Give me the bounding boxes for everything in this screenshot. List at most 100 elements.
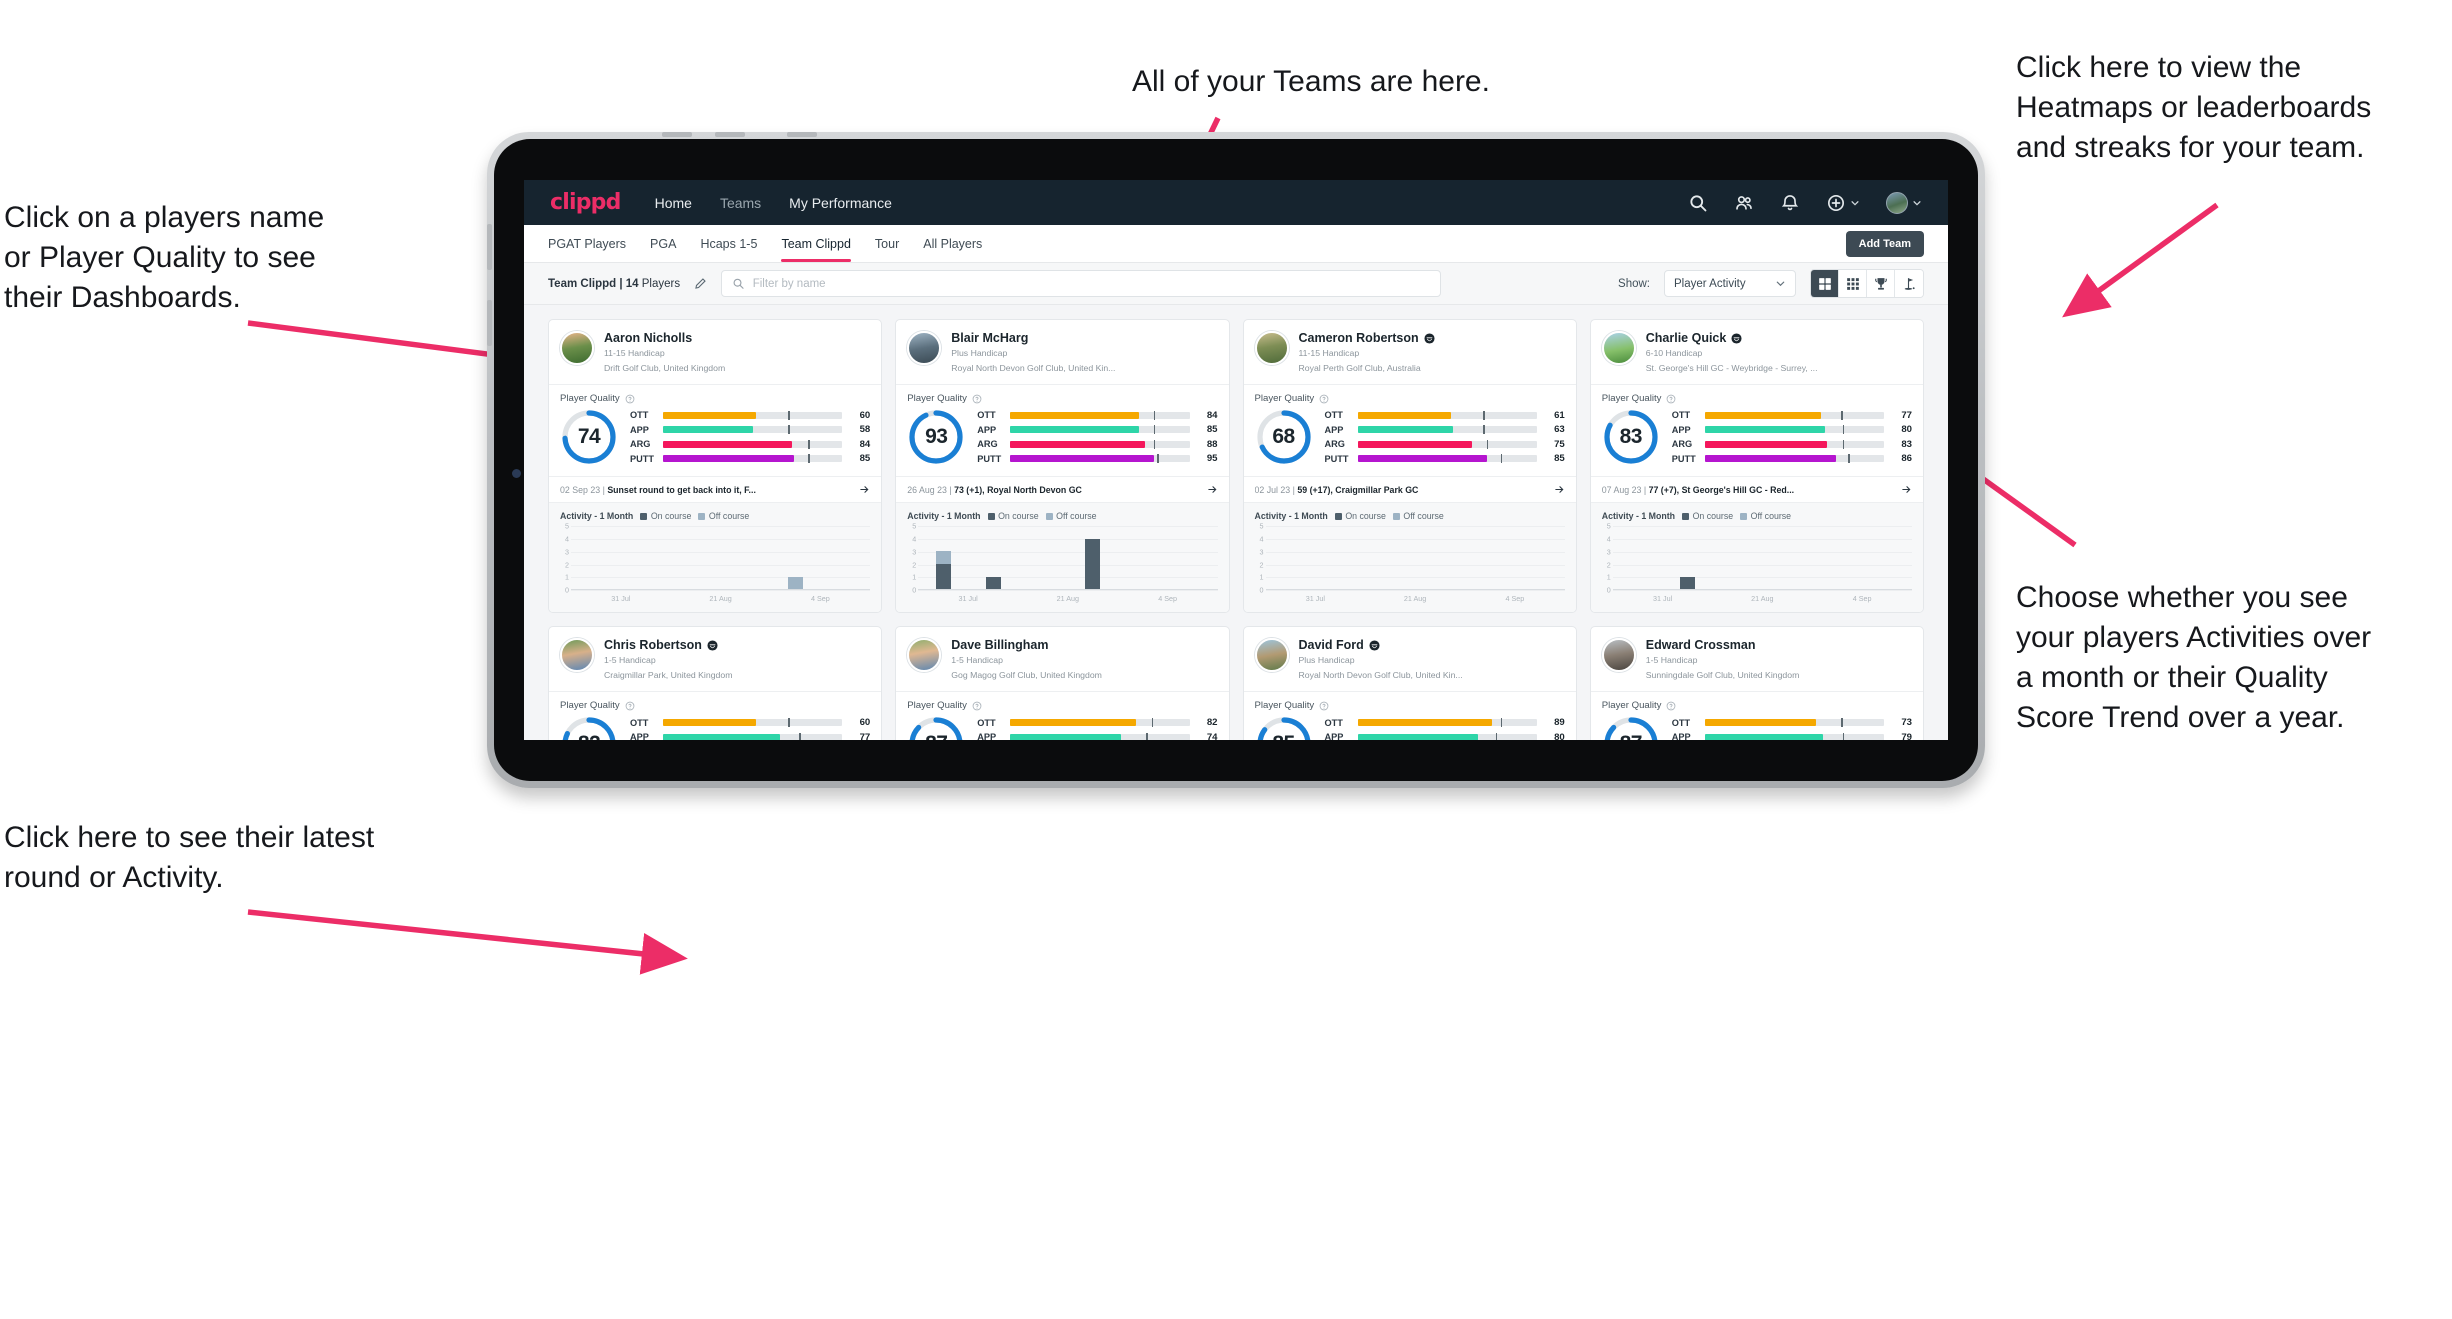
latest-round-row[interactable]: 02 Jul 23 | 59 (+17), Craigmillar Park G… xyxy=(1243,476,1576,502)
player-quality-section[interactable]: Player Quality 68 OTT 61 APP 63 ARG 75 P… xyxy=(1243,384,1576,476)
search-box[interactable] xyxy=(721,270,1442,297)
player-card-header[interactable]: Aaron Nicholls 11-15 Handicap Drift Golf… xyxy=(549,320,881,384)
add-team-button[interactable]: Add Team xyxy=(1845,230,1924,257)
metric-bar-track xyxy=(1704,410,1884,420)
player-quality-section[interactable]: Player Quality 87 OTT xyxy=(896,691,1229,740)
arrow-right-icon[interactable] xyxy=(859,484,870,495)
player-card-header[interactable]: Cameron Robertson 11-15 Handicap Royal P… xyxy=(1244,320,1576,384)
edit-pencil-icon[interactable] xyxy=(694,277,707,290)
help-circle-icon[interactable] xyxy=(1319,394,1329,404)
metric-label: APP xyxy=(977,732,997,740)
quality-score-ring: 82 xyxy=(560,715,618,740)
metric-value: 88 xyxy=(1206,438,1218,450)
golf-flag-icon[interactable] xyxy=(1895,270,1923,297)
search-input[interactable] xyxy=(752,277,1431,290)
player-card-header[interactable]: Edward Crossman 1-5 Handicap Sunningdale… xyxy=(1591,627,1923,691)
nav-teams[interactable]: Teams xyxy=(720,195,761,211)
grid-large-icon[interactable] xyxy=(1811,270,1839,297)
metric-bar-track xyxy=(1357,718,1537,728)
tab-hcaps-1-5[interactable]: Hcaps 1-5 xyxy=(700,225,757,262)
arrow-right-icon[interactable] xyxy=(1207,484,1218,495)
player-quality-section[interactable]: Player Quality 74 OTT 60 APP 58 ARG 84 P… xyxy=(549,384,882,476)
player-card[interactable]: Cameron Robertson 11-15 Handicap Royal P… xyxy=(1242,319,1577,614)
tab-team-clippd[interactable]: Team Clippd xyxy=(781,225,852,262)
arrow-right-icon[interactable] xyxy=(1901,484,1912,495)
player-club: Royal North Devon Golf Club, United Kin.… xyxy=(951,362,1116,373)
help-circle-icon[interactable] xyxy=(1666,394,1676,404)
player-quality-section[interactable]: Player Quality 93 OTT 84 APP 85 ARG 88 P… xyxy=(896,384,1229,476)
metric-bar-fill xyxy=(1357,719,1492,727)
chart-bar-slot xyxy=(1168,526,1218,589)
player-card-header[interactable]: Charlie Quick 6-10 Handicap St. George's… xyxy=(1591,320,1923,384)
chart-bar-stack xyxy=(1085,526,1101,590)
chart-bars xyxy=(1266,526,1565,589)
player-name[interactable]: Charlie Quick xyxy=(1646,331,1818,345)
legend-swatch-on-course xyxy=(1682,512,1690,520)
player-quality-section[interactable]: Player Quality 83 OTT 77 APP 80 ARG 83 P… xyxy=(1590,384,1923,476)
player-card[interactable]: Blair McHarg Plus Handicap Royal North D… xyxy=(895,319,1230,614)
quality-score-value: 93 xyxy=(925,425,948,449)
player-card[interactable]: Chris Robertson 1-5 Handicap Craigmillar… xyxy=(548,626,883,740)
player-card-header[interactable]: David Ford Plus Handicap Royal North Dev… xyxy=(1244,627,1576,691)
player-handicap: 1-5 Handicap xyxy=(1645,655,1698,666)
player-name[interactable]: Chris Robertson xyxy=(604,638,732,652)
player-card[interactable]: Edward Crossman 1-5 Handicap Sunningdale… xyxy=(1589,626,1924,740)
metric-row: ARG 84 xyxy=(630,439,870,450)
player-name[interactable]: David Ford xyxy=(1299,638,1463,652)
bar-segment-off-course xyxy=(935,551,951,565)
bell-icon[interactable] xyxy=(1780,193,1800,213)
clippd-logo[interactable]: clippd xyxy=(550,190,621,215)
tab-tour[interactable]: Tour xyxy=(875,225,899,262)
chart-bar-stack xyxy=(1482,526,1497,589)
player-name[interactable]: Dave Billingham xyxy=(951,638,1102,652)
metric-benchmark-tick xyxy=(1151,718,1154,728)
metric-value: 80 xyxy=(1554,731,1565,740)
player-card-header[interactable]: Chris Robertson 1-5 Handicap Craigmillar… xyxy=(549,627,881,691)
latest-round-row[interactable]: 02 Sep 23 | Sunset round to get back int… xyxy=(549,476,882,502)
plus-circle-icon[interactable] xyxy=(1826,193,1860,213)
latest-round-row[interactable]: 26 Aug 23 | 73 (+1), Royal North Devon G… xyxy=(896,476,1229,502)
grid-small-icon[interactable] xyxy=(1839,270,1867,297)
help-circle-icon[interactable] xyxy=(1319,701,1329,711)
verified-badge-icon xyxy=(1369,640,1380,651)
trophy-icon[interactable] xyxy=(1867,270,1895,297)
chart-y-tick: 4 xyxy=(912,534,917,544)
player-quality-section[interactable]: Player Quality 82 OTT xyxy=(549,691,882,740)
player-name[interactable]: Cameron Robertson xyxy=(1299,331,1435,345)
avatar[interactable] xyxy=(1886,191,1922,214)
help-circle-icon[interactable] xyxy=(1666,701,1676,711)
metric-label: APP xyxy=(1324,732,1344,740)
help-circle-icon[interactable] xyxy=(625,701,635,711)
help-circle-icon[interactable] xyxy=(972,701,982,711)
search-icon[interactable] xyxy=(1688,193,1708,213)
tab-all-players[interactable]: All Players xyxy=(923,225,982,262)
player-card[interactable]: Dave Billingham 1-5 Handicap Gog Magog G… xyxy=(895,626,1230,740)
chart-y-tick: 5 xyxy=(912,521,917,531)
tab-pgat-players[interactable]: PGAT Players xyxy=(548,225,626,262)
player-avatar xyxy=(1254,331,1289,365)
people-icon[interactable] xyxy=(1734,193,1754,213)
metric-row: OTT 89 xyxy=(1325,717,1565,728)
player-card[interactable]: Aaron Nicholls 11-15 Handicap Drift Golf… xyxy=(548,319,883,614)
latest-round-row[interactable]: 07 Aug 23 | 77 (+7), St George's Hill GC… xyxy=(1590,476,1923,502)
player-name[interactable]: Blair McHarg xyxy=(951,331,1115,345)
player-card-header[interactable]: Dave Billingham 1-5 Handicap Gog Magog G… xyxy=(896,627,1228,691)
player-name[interactable]: Aaron Nicholls xyxy=(604,331,725,345)
player-card-header[interactable]: Blair McHarg Plus Handicap Royal North D… xyxy=(896,320,1228,384)
arrow-right-icon[interactable] xyxy=(1554,484,1565,495)
show-select[interactable]: Player Activity xyxy=(1664,270,1796,297)
activity-chart: 5 4 3 2 1 0 xyxy=(1607,522,1912,595)
player-name[interactable]: Edward Crossman xyxy=(1646,638,1800,652)
player-card[interactable]: Charlie Quick 6-10 Handicap St. George's… xyxy=(1589,319,1924,614)
player-quality-section[interactable]: Player Quality 87 OTT xyxy=(1590,691,1923,740)
tab-pga[interactable]: PGA xyxy=(650,225,676,262)
help-circle-icon[interactable] xyxy=(972,394,982,404)
player-quality-section[interactable]: Player Quality 85 OTT xyxy=(1243,691,1576,740)
player-card[interactable]: David Ford Plus Handicap Royal North Dev… xyxy=(1242,626,1577,740)
help-circle-icon[interactable] xyxy=(625,394,635,404)
legend-on-course-label: On course xyxy=(1692,511,1734,522)
metric-bars: OTT 82 APP 74 ARG 85 PUTT xyxy=(977,717,1218,740)
nav-home[interactable]: Home xyxy=(655,195,692,211)
nav-my-performance[interactable]: My Performance xyxy=(789,195,892,211)
chart-bar-slot xyxy=(1613,526,1663,589)
